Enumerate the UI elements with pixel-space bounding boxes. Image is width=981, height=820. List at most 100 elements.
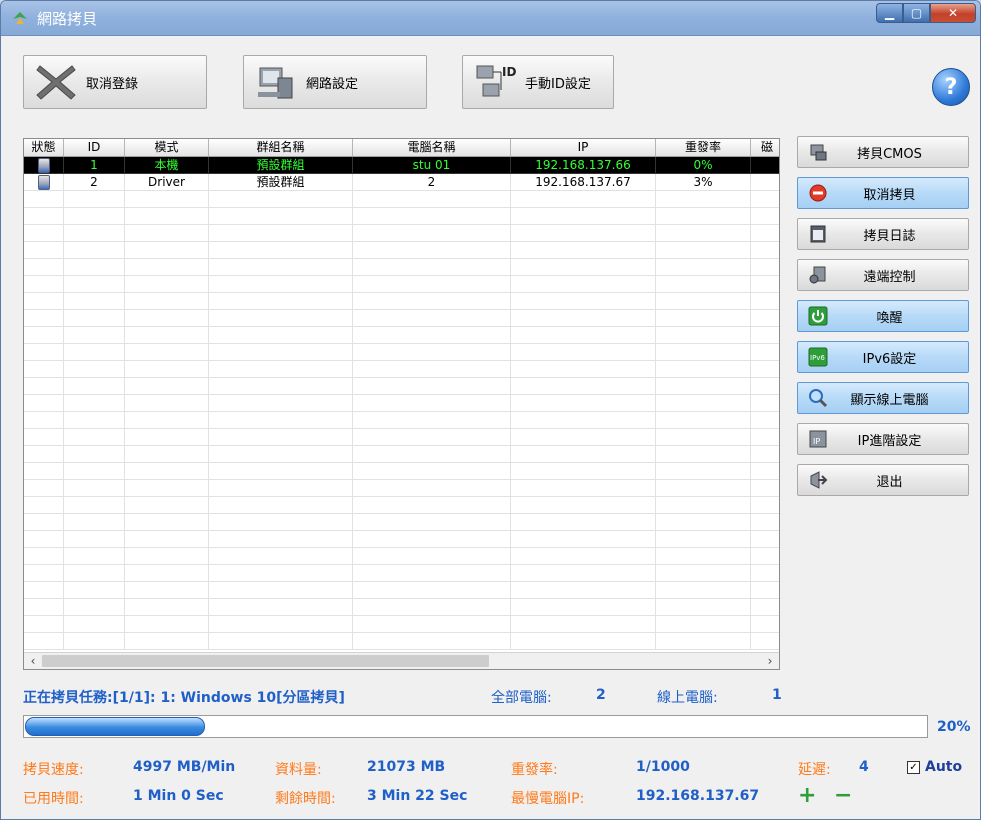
empty-cell [656,480,751,497]
computer-table[interactable]: 狀態 ID 模式 群組名稱 電腦名稱 IP 重發率 磁 1 本機 預設群組 st… [23,138,780,670]
empty-cell [209,276,353,293]
empty-table-row [24,225,779,242]
wake-button[interactable]: 喚醒 [797,300,969,332]
empty-table-row [24,446,779,463]
empty-cell [209,310,353,327]
empty-cell [751,242,779,259]
show-online-button[interactable]: 顯示線上電腦 [797,382,969,414]
empty-cell [751,514,779,531]
empty-cell [24,412,64,429]
plus-icon[interactable]: + [798,783,816,808]
empty-cell [24,327,64,344]
minus-icon[interactable]: − [834,783,852,808]
empty-cell [511,361,656,378]
empty-cell [353,463,511,480]
ip-settings-icon: IP [807,428,829,450]
empty-table-row [24,208,779,225]
column-header[interactable]: 重發率 [656,139,751,156]
empty-cell [656,633,751,650]
empty-cell [656,463,751,480]
column-header[interactable]: 電腦名稱 [353,139,511,156]
empty-cell [64,582,125,599]
empty-table-row [24,361,779,378]
column-header[interactable]: ID [64,139,125,156]
empty-cell [209,293,353,310]
network-settings-label: 網路設定 [306,76,359,92]
cancel-register-label: 取消登錄 [86,76,139,92]
help-button[interactable]: ? [932,68,970,106]
manual-id-button[interactable]: ID 手動ID設定 [462,55,614,109]
empty-cell [751,548,779,565]
empty-cell [125,395,209,412]
cancel-copy-label: 取消拷貝 [863,187,916,203]
empty-cell [511,412,656,429]
scroll-thumb[interactable] [42,655,489,667]
empty-cell [656,378,751,395]
scroll-left-icon[interactable]: ‹ [25,653,41,669]
checkbox-checked-icon[interactable]: ✓ [907,760,920,774]
remote-control-button[interactable]: 遠端控制 [797,259,969,291]
copy-cmos-button[interactable]: 拷貝CMOS [797,136,969,168]
empty-table-row [24,633,779,650]
copy-log-button[interactable]: 拷貝日誌 [797,218,969,250]
empty-cell [125,242,209,259]
empty-cell [24,599,64,616]
maximize-button[interactable]: ▢ [903,3,930,23]
cancel-register-button[interactable]: 取消登錄 [23,55,207,109]
column-header[interactable]: 磁 [751,139,779,156]
table-header: 狀態 ID 模式 群組名稱 電腦名稱 IP 重發率 磁 [24,139,779,157]
column-header[interactable]: IP [511,139,656,156]
scroll-right-icon[interactable]: › [762,653,778,669]
empty-cell [125,497,209,514]
close-button[interactable]: ✕ [930,3,976,23]
empty-cell [353,616,511,633]
window-title: 網路拷貝 [37,10,98,28]
empty-cell [64,616,125,633]
elapsed-time-value: 1 Min 0 Sec [133,788,224,804]
column-header[interactable]: 狀態 [24,139,64,156]
title-bar[interactable]: 網路拷貝 ▁ ▢ ✕ [1,1,980,36]
minimize-button[interactable]: ▁ [876,3,903,23]
empty-cell [656,497,751,514]
empty-cell [64,378,125,395]
column-header[interactable]: 群組名稱 [209,139,353,156]
auto-checkbox[interactable]: ✓ Auto [907,759,962,775]
computer-status-icon [37,175,50,190]
computer-status-icon [37,158,50,173]
mode-cell: 本機 [125,157,209,174]
empty-cell [125,208,209,225]
empty-cell [24,208,64,225]
ip-advanced-button[interactable]: IP IP進階設定 [797,423,969,455]
empty-cell [751,412,779,429]
ip-cell: 192.168.137.67 [511,174,656,191]
empty-cell [125,412,209,429]
network-settings-button[interactable]: 網路設定 [243,55,427,109]
empty-cell [64,548,125,565]
table-row[interactable]: 2 Driver 預設群組 2 192.168.137.67 3% [24,174,779,191]
table-row[interactable]: 1 本機 預設群組 stu 01 192.168.137.66 0% [24,157,779,174]
empty-table-row [24,582,779,599]
cancel-copy-button[interactable]: 取消拷貝 [797,177,969,209]
empty-cell [751,599,779,616]
empty-cell [751,361,779,378]
empty-cell [353,514,511,531]
empty-cell [209,616,353,633]
empty-cell [511,446,656,463]
empty-cell [656,616,751,633]
empty-cell [511,327,656,344]
empty-table-row [24,429,779,446]
horizontal-scrollbar[interactable]: ‹ › [24,652,779,669]
progress-fill [25,717,205,736]
empty-cell [64,344,125,361]
empty-cell [64,480,125,497]
status-cell [24,157,64,174]
empty-cell [656,531,751,548]
empty-cell [751,344,779,361]
resend-cell: 0% [656,157,751,174]
empty-cell [24,565,64,582]
current-task-text: 正在拷貝任務:[1/1]: 1: Windows 10[分區拷貝] [23,690,345,706]
empty-cell [353,310,511,327]
column-header[interactable]: 模式 [125,139,209,156]
exit-button[interactable]: 退出 [797,464,969,496]
ipv6-settings-button[interactable]: IPv6 IPv6設定 [797,341,969,373]
